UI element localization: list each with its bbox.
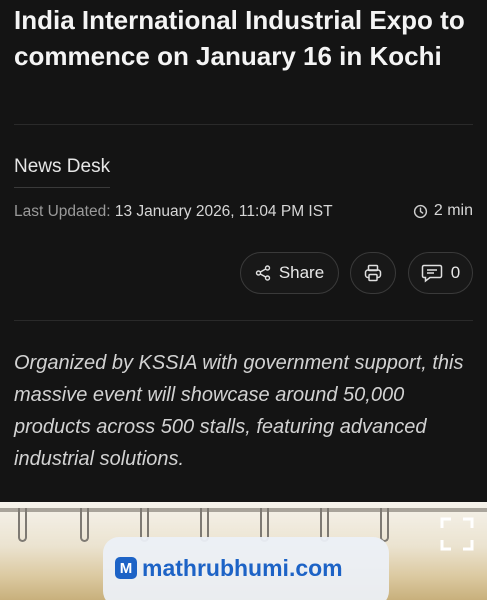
read-time-value: 2 min (433, 202, 473, 219)
clock-icon (413, 204, 427, 218)
expand-icon[interactable] (439, 516, 475, 552)
author-name[interactable]: News Desk (14, 156, 111, 188)
share-button[interactable]: Share (240, 252, 339, 294)
curtain-ring (80, 508, 89, 542)
print-button[interactable] (350, 252, 396, 294)
image-watermark: M mathrubhumi.com (103, 537, 389, 600)
curtain-ring (18, 508, 27, 542)
watermark-text: mathrubhumi.com (142, 555, 343, 581)
share-icon (255, 265, 271, 281)
watermark-logo: M (115, 557, 137, 579)
article-summary: Organized by KSSIA with government suppo… (14, 352, 464, 470)
comment-icon (421, 264, 443, 283)
last-updated-value: 13 January 2026, 11:04 PM IST (114, 203, 333, 220)
article-image[interactable]: M mathrubhumi.com (0, 502, 487, 600)
share-label: Share (278, 263, 325, 282)
curtain-rail (0, 508, 487, 512)
divider (14, 124, 473, 125)
article-title: India International Industrial Expo to c… (14, 5, 465, 71)
curtain-ring (380, 508, 389, 542)
comment-button[interactable]: 0 (408, 252, 473, 294)
print-icon (364, 264, 382, 282)
last-updated-label: Last Updated: (14, 203, 115, 220)
read-time: 2 min (413, 202, 473, 220)
comment-count: 0 (450, 263, 461, 282)
last-updated: Last Updated: 13 January 2026, 11:04 PM … (14, 203, 333, 221)
divider (14, 320, 473, 321)
